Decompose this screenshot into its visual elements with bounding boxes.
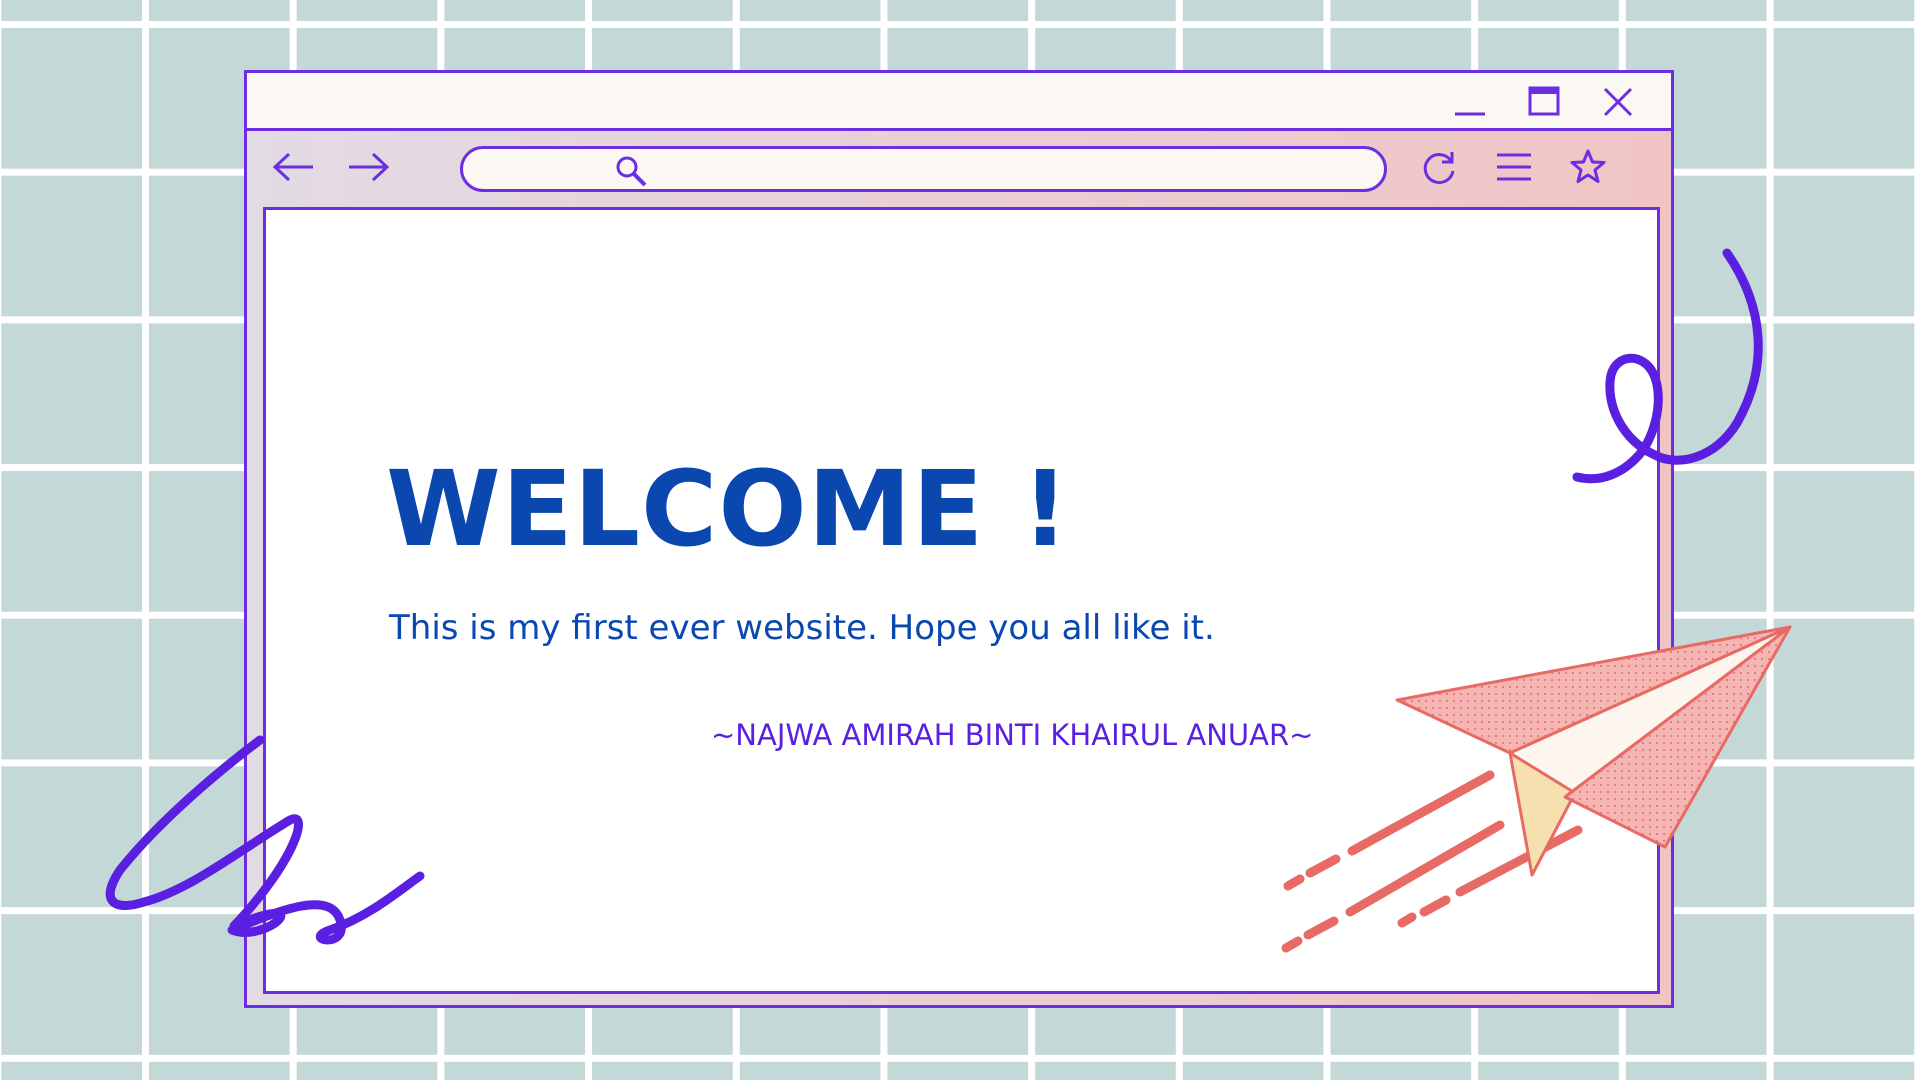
hamburger-menu-icon [1497, 153, 1531, 181]
browser-window: WELCOME ! This is my first ever website.… [244, 70, 1674, 1008]
arrow-left-icon [272, 152, 313, 182]
navigation-bar [247, 131, 1671, 203]
close-icon [1603, 87, 1633, 117]
reload-icon [1423, 152, 1455, 185]
arrow-right-icon [349, 152, 390, 182]
page-subtitle: This is my first ever website. Hope you … [389, 608, 1215, 648]
author-signature: ~NAJWA AMIRAH BINTI KHAIRUL ANUAR~ [711, 718, 1314, 752]
address-input[interactable] [663, 155, 1367, 185]
address-bar[interactable] [460, 146, 1387, 192]
minimize-icon [1455, 112, 1485, 116]
search-icon [616, 156, 647, 187]
maximize-icon [1528, 86, 1560, 116]
page-title: WELCOME ! [386, 448, 1070, 570]
page-content: WELCOME ! This is my first ever website.… [263, 207, 1660, 994]
minimize-button[interactable] [1453, 85, 1487, 119]
bookmark-button[interactable] [1565, 149, 1611, 185]
title-bar [247, 73, 1671, 131]
star-icon [1570, 149, 1606, 183]
menu-button[interactable] [1491, 149, 1537, 185]
maximize-button[interactable] [1527, 85, 1561, 119]
back-button[interactable] [271, 149, 317, 185]
close-button[interactable] [1601, 85, 1635, 119]
reload-button[interactable] [1417, 149, 1463, 185]
forward-button[interactable] [345, 149, 391, 185]
